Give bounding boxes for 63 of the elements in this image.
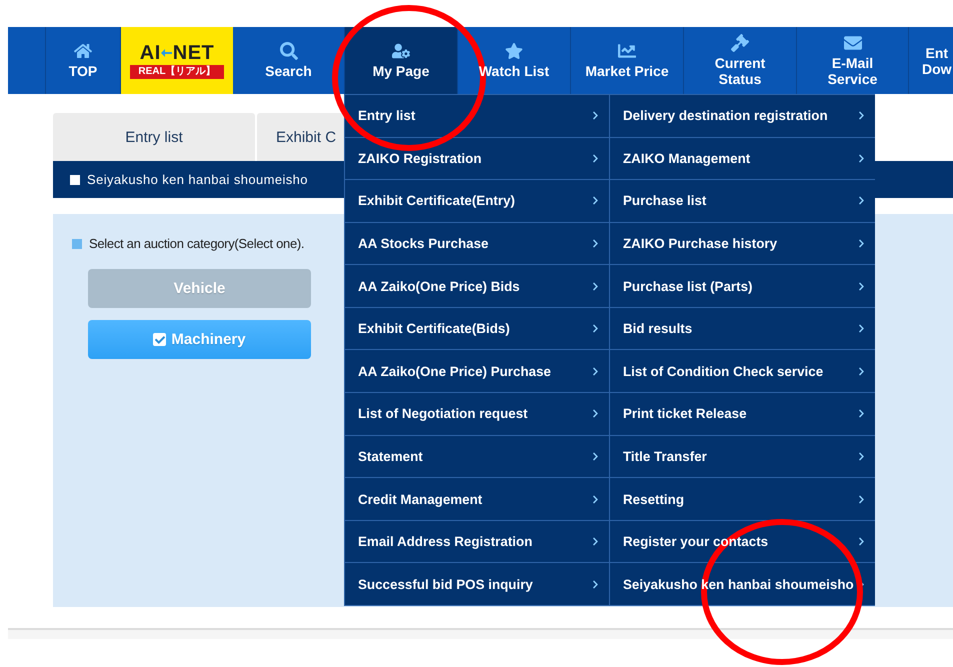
logo[interactable]: AI NET REAL【リアル】	[121, 27, 233, 94]
chevron-icon	[857, 196, 866, 206]
chevron-icon	[591, 452, 600, 461]
menu-item[interactable]: AA Zaiko(One Price) Bids	[345, 265, 609, 307]
menu-item[interactable]: Delivery destination registration	[610, 95, 875, 137]
chevron-icon	[591, 580, 600, 589]
menu-item[interactable]: Credit Management	[345, 478, 609, 520]
checkbox-icon	[153, 333, 166, 346]
chevron-icon	[591, 324, 600, 334]
menu-item[interactable]: Bid results	[610, 308, 875, 350]
menu-item[interactable]: Successful bid POS inquiry	[345, 563, 609, 605]
chevron-icon	[857, 154, 866, 163]
chevron-icon	[591, 282, 600, 291]
tab[interactable]: Entry list	[53, 113, 255, 161]
logo-subtitle: REAL【リアル】	[130, 64, 224, 78]
chevron-icon	[857, 409, 866, 418]
square-icon	[70, 174, 80, 184]
menu-item[interactable]: Exhibit Certificate(Bids)	[345, 308, 609, 350]
user-gear-icon	[392, 42, 410, 60]
menu-item[interactable]: Purchase list	[610, 180, 875, 222]
menu-item[interactable]: ZAIKO Purchase history	[610, 222, 875, 264]
chevron-icon	[591, 111, 600, 120]
menu-item[interactable]: Title Transfer	[610, 436, 875, 478]
chevron-icon	[857, 366, 866, 376]
chevron-icon	[591, 196, 600, 206]
menu-item[interactable]: Resetting	[610, 478, 875, 520]
logo-title: AI NET	[140, 42, 214, 62]
menu-item[interactable]: Email Address Registration	[345, 520, 609, 562]
chevron-icon	[857, 282, 866, 291]
chevron-icon	[857, 452, 866, 461]
menu-item[interactable]: ZAIKO Management	[610, 138, 875, 180]
menu-item[interactable]: AA Zaiko(One Price) Purchase	[345, 350, 609, 392]
menu-item[interactable]: List of Negotiation request	[345, 393, 609, 435]
gavel-icon	[731, 34, 749, 52]
arrow-icon	[160, 48, 173, 56]
search-icon	[280, 42, 298, 60]
nav-link[interactable]: My Page	[345, 27, 458, 94]
chart-icon	[618, 42, 636, 60]
menu-item[interactable]: Print ticket Release	[610, 393, 875, 435]
chevron-icon	[857, 537, 866, 546]
chevron-icon	[591, 366, 600, 376]
section-title: Seiyakusho ken hanbai shoumeisho	[87, 172, 308, 187]
chevron-icon	[857, 111, 866, 120]
envelope-icon	[844, 34, 862, 52]
menu-item[interactable]: ZAIKO Registration	[345, 138, 609, 180]
menu-item[interactable]: Entry list	[345, 95, 609, 137]
chevron-icon	[591, 239, 600, 248]
square-icon	[72, 238, 82, 248]
chevron-icon	[857, 494, 866, 504]
chevron-icon	[591, 537, 600, 546]
menu-item[interactable]: List of Condition Check service	[610, 350, 875, 392]
star-icon	[505, 42, 523, 60]
chevron-icon	[857, 239, 866, 248]
menu-item[interactable]: AA Stocks Purchase	[345, 222, 609, 264]
chevron-icon	[591, 154, 600, 163]
home-icon	[74, 42, 92, 60]
chevron-icon	[591, 409, 600, 418]
chevron-icon	[857, 324, 866, 334]
menu-item[interactable]: Exhibit Certificate(Entry)	[345, 180, 609, 222]
menu-item[interactable]: Statement	[345, 436, 609, 478]
prompt-text: Select an auction category(Select one).	[89, 236, 304, 251]
chevron-icon	[591, 494, 600, 504]
menu-item[interactable]: Purchase list (Parts)	[610, 265, 875, 307]
